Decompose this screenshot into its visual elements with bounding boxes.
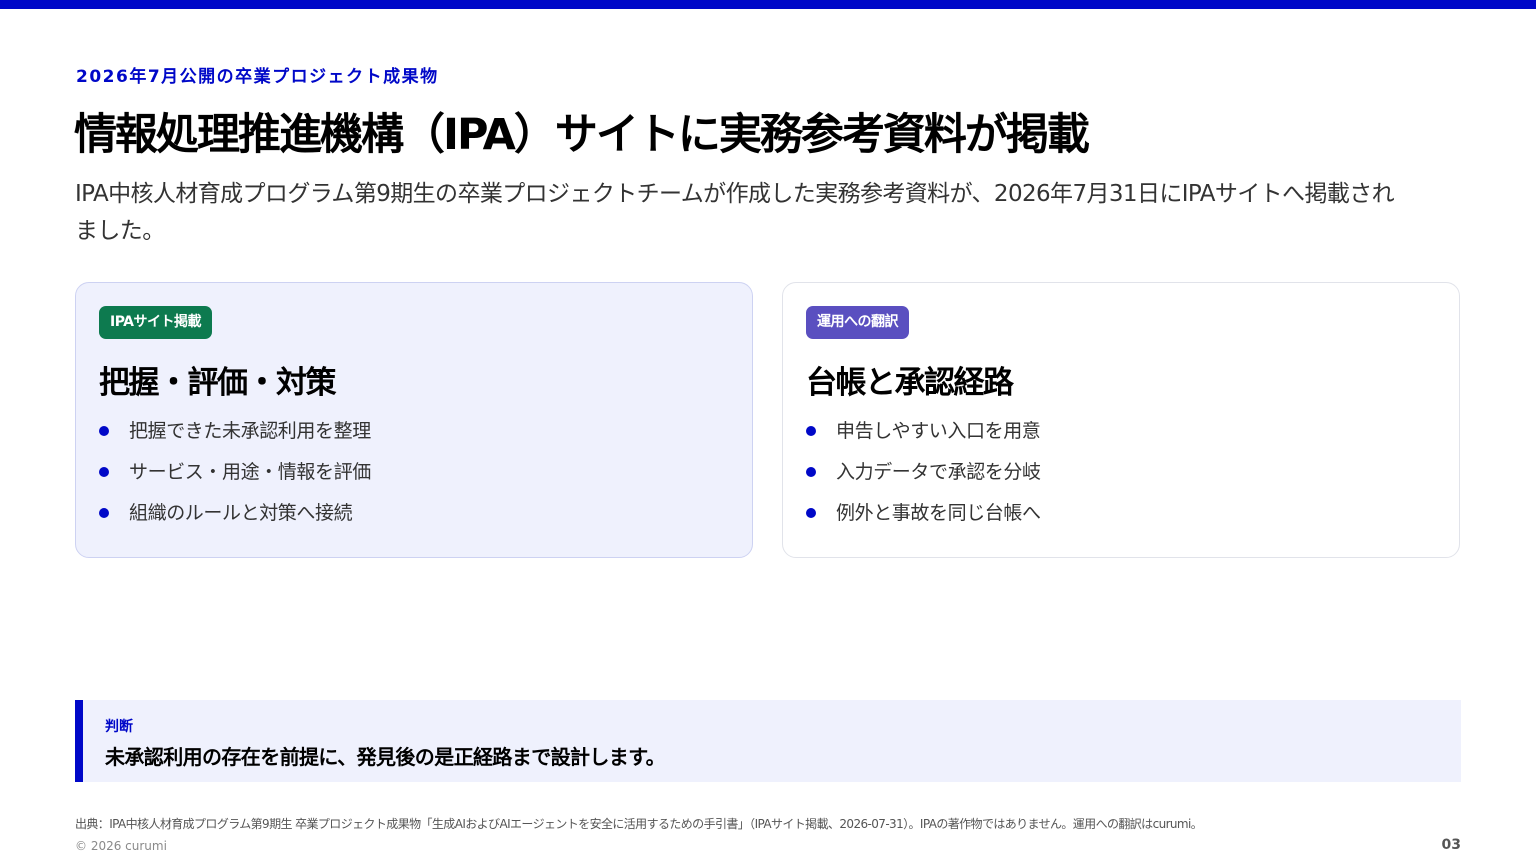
card-operations: 運用への翻訳 台帳と承認経路 申告しやすい入口を用意 入力データで承認を分岐 例…: [782, 282, 1460, 558]
bullet-dot-icon: [806, 467, 816, 477]
list-item: 入力データで承認を分岐: [806, 457, 1041, 498]
callout-text: 未承認利用の存在を前提に、発見後の是正経路まで設計します。: [105, 745, 666, 769]
list-item-text: 申告しやすい入口を用意: [836, 420, 1041, 442]
list-item-text: 例外と事故を同じ台帳へ: [836, 502, 1041, 524]
bullet-list: 把握できた未承認利用を整理 サービス・用途・情報を評価 組織のルールと対策へ接続: [99, 416, 371, 539]
bullet-list: 申告しやすい入口を用意 入力データで承認を分岐 例外と事故を同じ台帳へ: [806, 416, 1041, 539]
lead-paragraph: IPA中核人材育成プログラム第9期生の卒業プロジェクトチームが作成した実務参考資…: [75, 181, 1395, 244]
card-title: 台帳と承認経路: [806, 365, 1014, 401]
bullet-dot-icon: [806, 508, 816, 518]
source-note: 出典：IPA中核人材育成プログラム第9期生 卒業プロジェクト成果物「生成AIおよ…: [75, 817, 1203, 831]
list-item-text: 入力データで承認を分岐: [836, 461, 1041, 483]
list-item: 例外と事故を同じ台帳へ: [806, 498, 1041, 539]
bullet-dot-icon: [99, 426, 109, 436]
list-item: 組織のルールと対策へ接続: [99, 498, 371, 539]
list-item: 把握できた未承認利用を整理: [99, 416, 371, 457]
bullet-dot-icon: [99, 508, 109, 518]
page-number: 03: [1441, 837, 1461, 853]
list-item-text: サービス・用途・情報を評価: [129, 461, 371, 483]
card-title: 把握・評価・対策: [99, 365, 337, 401]
list-item: 申告しやすい入口を用意: [806, 416, 1041, 457]
list-item: サービス・用途・情報を評価: [99, 457, 371, 498]
badge-ipa-site: IPAサイト掲載: [99, 306, 213, 339]
page-title: 情報処理推進機構（IPA）サイトに実務参考資料が掲載: [74, 110, 1090, 160]
copyright: © 2026 curumi: [75, 839, 167, 853]
card-assessment: IPAサイト掲載 把握・評価・対策 把握できた未承認利用を整理 サービス・用途・…: [75, 282, 753, 558]
list-item-text: 組織のルールと対策へ接続: [129, 502, 353, 524]
bullet-dot-icon: [806, 426, 816, 436]
decision-callout: 判断 未承認利用の存在を前提に、発見後の是正経路まで設計します。: [75, 700, 1461, 782]
eyebrow-label: 2026年7月公開の卒業プロジェクト成果物: [76, 67, 439, 87]
callout-label: 判断: [105, 719, 133, 735]
badge-operations: 運用への翻訳: [806, 306, 909, 339]
bullet-dot-icon: [99, 467, 109, 477]
top-accent-bar: [0, 0, 1536, 9]
list-item-text: 把握できた未承認利用を整理: [129, 420, 371, 442]
